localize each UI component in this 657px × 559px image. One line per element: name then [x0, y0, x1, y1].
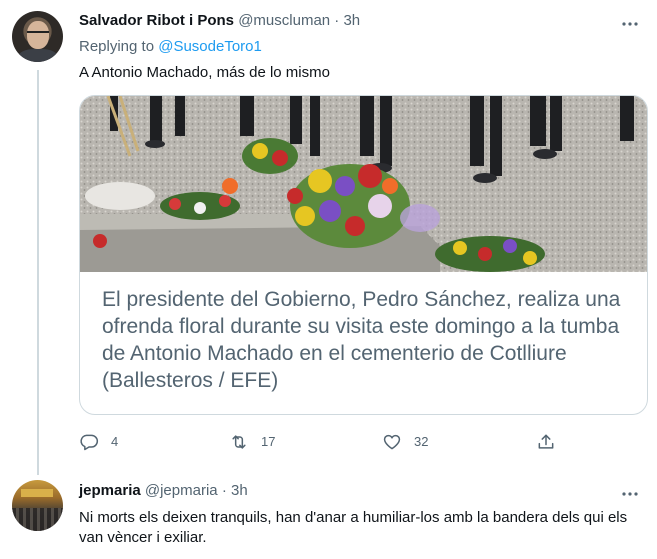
author-name[interactable]: jepmaria	[79, 482, 141, 499]
timestamp[interactable]: 3h	[343, 12, 360, 29]
retweet-icon	[232, 435, 246, 449]
thread-line	[37, 70, 39, 475]
more-icon[interactable]	[620, 14, 640, 34]
share-icon	[538, 434, 554, 449]
separator-dot: ·	[221, 482, 227, 499]
replying-to: Replying to @SusodeToro1	[79, 38, 262, 55]
reply-icon	[80, 434, 99, 451]
reply-count: 4	[111, 434, 119, 449]
author-name[interactable]: Salvador Ribot i Pons	[79, 12, 234, 29]
avatar-body	[18, 49, 58, 62]
retweet-button[interactable]: 17	[229, 430, 275, 454]
author-handle[interactable]: @jepmaria	[145, 482, 218, 499]
reply-button[interactable]: 4	[79, 430, 118, 454]
avatar-glasses	[27, 31, 49, 36]
replying-mention[interactable]: @SusodeToro1	[158, 38, 262, 55]
separator-dot: ·	[334, 12, 340, 29]
retweet-count: 17	[261, 434, 276, 449]
avatar[interactable]	[12, 480, 63, 531]
tweet-header: jepmaria @jepmaria · 3h	[79, 482, 248, 499]
card-caption: El presidente del Gobierno, Pedro Sánche…	[102, 288, 621, 392]
tweet-text: Ni morts els deixen tranquils, han d'ana…	[79, 509, 628, 546]
tweet-actions: 4 17 32	[79, 430, 639, 454]
like-button[interactable]: 32	[382, 430, 428, 454]
link-card[interactable]: El presidente del Gobierno, Pedro Sánche…	[79, 95, 648, 415]
author-handle[interactable]: @muscluman	[238, 12, 330, 29]
avatar[interactable]	[12, 11, 63, 62]
like-count: 32	[414, 434, 429, 449]
tweet-header: Salvador Ribot i Pons @muscluman · 3h	[79, 12, 360, 29]
like-icon	[383, 434, 401, 450]
card-image	[80, 96, 647, 272]
replying-label: Replying to	[79, 38, 159, 55]
avatar-banner	[21, 489, 53, 497]
timestamp[interactable]: 3h	[231, 482, 248, 499]
tweet-text: A Antonio Machado, más de lo mismo	[79, 64, 330, 81]
share-button[interactable]	[536, 430, 568, 454]
avatar-crowd	[12, 508, 63, 531]
more-icon[interactable]	[620, 484, 640, 504]
